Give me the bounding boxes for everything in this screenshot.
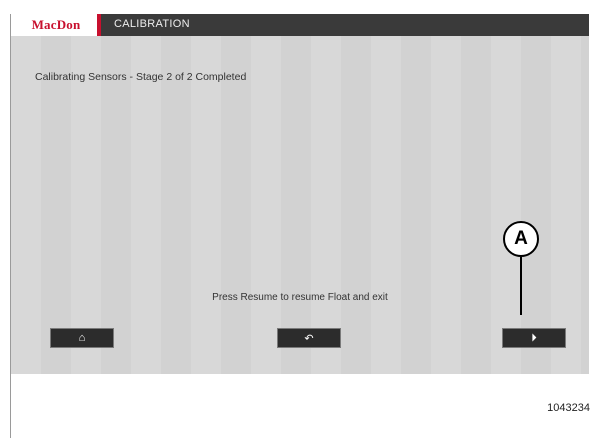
resume-icon: ⏵ (531, 331, 537, 344)
callout-leader-line (520, 257, 522, 315)
figure-number: 1043234 (547, 402, 590, 414)
callout-label: A (514, 228, 528, 249)
home-button[interactable]: ⌂ (50, 328, 114, 348)
logo-accent (97, 14, 101, 36)
home-icon: ⌂ (78, 332, 86, 344)
title-bar: MacDon CALIBRATION (11, 14, 589, 36)
calibration-status-text: Calibrating Sensors - Stage 2 of 2 Compl… (35, 71, 247, 83)
macdon-logo: MacDon (11, 14, 101, 36)
back-icon: ↶ (304, 332, 314, 345)
resume-prompt-text: Press Resume to resume Float and exit (212, 292, 388, 303)
back-button[interactable]: ↶ (277, 328, 341, 348)
display-screen: MacDon CALIBRATION Calibrating Sensors -… (11, 14, 589, 374)
resume-button[interactable]: ⏵ (502, 328, 566, 348)
logo-text: MacDon (31, 17, 81, 32)
page-title: CALIBRATION (114, 18, 190, 30)
callout-a: A (503, 221, 539, 257)
